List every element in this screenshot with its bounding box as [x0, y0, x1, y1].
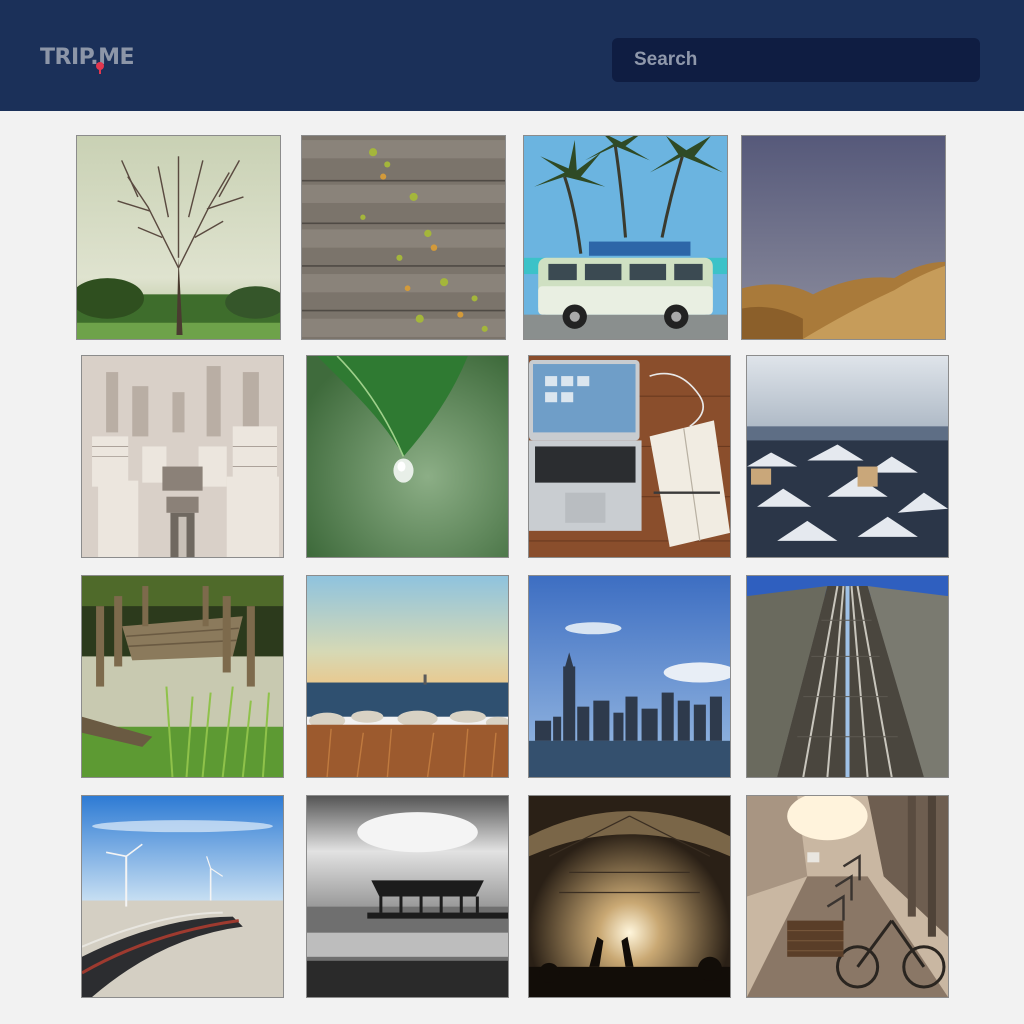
photo-laptop-notebook-desk [529, 356, 730, 557]
photo-city-skyline [529, 576, 730, 777]
photo-tile-city-aerial[interactable] [81, 355, 284, 558]
photo-street-bicycles [747, 796, 948, 997]
photo-tile-bare-tree[interactable] [76, 135, 281, 340]
photo-camper-van-palms [524, 136, 727, 339]
search-input[interactable] [612, 38, 980, 82]
photo-tile-wooden-planks[interactable] [301, 135, 506, 340]
photo-tile-road-turbines[interactable] [81, 795, 284, 998]
photo-concert-crowd [529, 796, 730, 997]
photo-tile-street-bicycles[interactable] [746, 795, 949, 998]
photo-tile-camper-van[interactable] [523, 135, 728, 340]
photo-bare-tree [77, 136, 280, 339]
photo-railway-tracks [747, 576, 948, 777]
photo-tile-snowy-rooftops[interactable] [746, 355, 949, 558]
photo-leaf-water-drop [307, 356, 508, 557]
photo-wooden-planks [302, 136, 505, 339]
photo-tile-old-pier[interactable] [81, 575, 284, 778]
photo-rocky-shore-sunset [307, 576, 508, 777]
photo-tile-city-skyline[interactable] [528, 575, 731, 778]
photo-tile-concert[interactable] [528, 795, 731, 998]
photo-tile-desert-dunes[interactable] [741, 135, 946, 340]
photo-tile-pier-pavilion[interactable] [306, 795, 509, 998]
top-bar: TRIP.ME [0, 0, 1024, 111]
photo-city-aerial-sepia [82, 356, 283, 557]
brand-logo[interactable]: TRIP.ME [40, 44, 135, 74]
photo-tile-rocky-shore[interactable] [306, 575, 509, 778]
photo-tile-railway-tracks[interactable] [746, 575, 949, 778]
photo-tile-leaf-drop[interactable] [306, 355, 509, 558]
photo-tile-laptop-desk[interactable] [528, 355, 731, 558]
map-pin-tail [99, 69, 101, 74]
photo-pier-pavilion-bw [307, 796, 508, 997]
photo-road-wind-turbines [82, 796, 283, 997]
brand-logo-text: TRIP.ME [40, 45, 135, 70]
photo-desert-dunes [742, 136, 945, 339]
photo-old-pier-grass [82, 576, 283, 777]
photo-snowy-rooftops [747, 356, 948, 557]
